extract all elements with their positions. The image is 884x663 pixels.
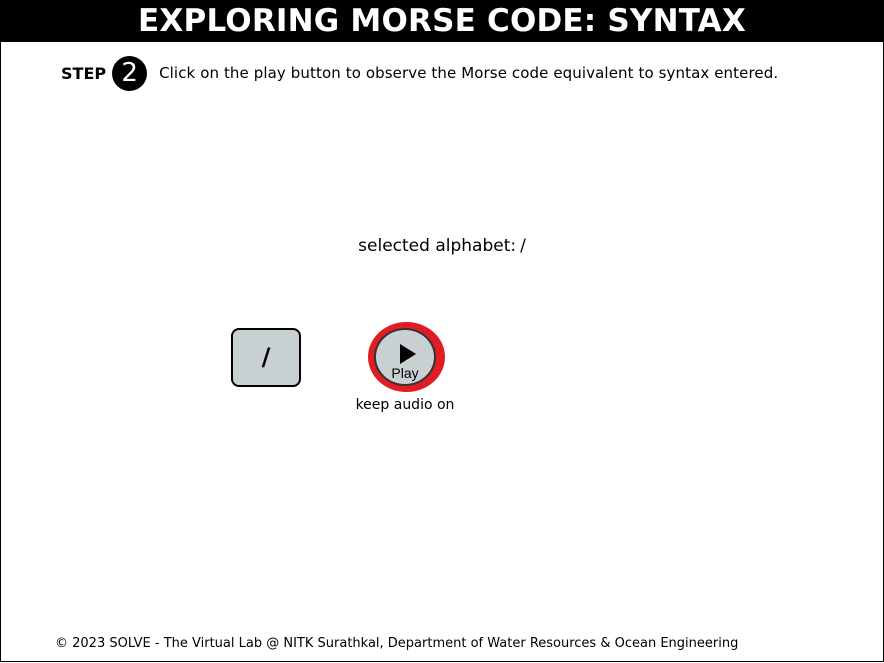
play-icon	[400, 344, 416, 364]
page-frame	[0, 0, 884, 662]
step-label: STEP	[61, 63, 107, 83]
selected-alphabet: selected alphabet: /	[0, 236, 884, 256]
audio-note: keep audio on	[355, 397, 455, 413]
page-title: EXPLORING MORSE CODE: SYNTAX	[0, 0, 884, 42]
play-button[interactable]: Play	[374, 328, 436, 386]
character-key-button[interactable]: /	[231, 328, 301, 387]
step-instruction: STEP 2 Click on the play button to obser…	[61, 55, 779, 91]
play-button-label: Play	[391, 365, 419, 381]
selected-alphabet-value: /	[520, 236, 526, 256]
footer-copyright: © 2023 SOLVE - The Virtual Lab @ NITK Su…	[55, 636, 739, 651]
selected-alphabet-label: selected alphabet:	[358, 236, 517, 256]
step-number-badge: 2	[112, 55, 148, 91]
step-instruction-text: Click on the play button to observe the …	[159, 64, 779, 82]
